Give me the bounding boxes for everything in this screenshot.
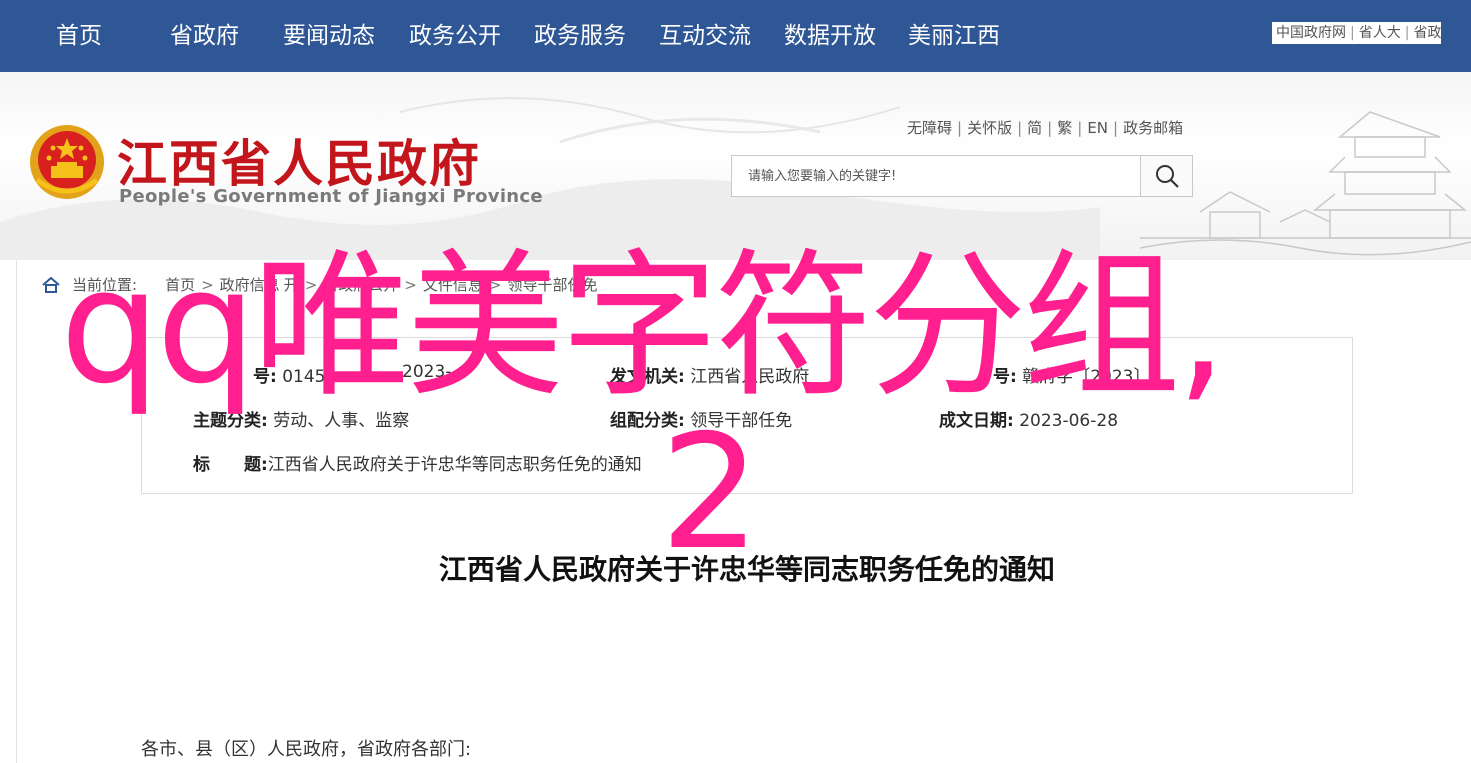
info-document-number: 号: 赣府字〔2023〕 — [993, 367, 1151, 387]
tengwang-pavilion-illustration — [1140, 111, 1471, 256]
nav-provincial-government[interactable]: 省政府 — [170, 18, 239, 54]
info-title: 标题:江西省人民政府关于许忠华等同志职务任免的通知 — [193, 455, 642, 475]
simplified-chinese-link[interactable]: 简 — [1027, 119, 1042, 137]
divider: | — [957, 119, 963, 137]
info-index-number: 号: 0145 — [253, 367, 326, 387]
breadcrumb: 当前位置: 首页 > 政府信息 开 > 省政府公开 > 文件信息 > 领导干部任… — [42, 274, 597, 295]
divider: | — [1017, 119, 1023, 137]
top-links: 中国政府网 | 省人大 | 省政 — [1272, 22, 1442, 44]
breadcrumb-provincial-public[interactable]: 省政府公开 — [323, 274, 398, 295]
site-subtitle: People's Government of Jiangxi Province — [119, 186, 543, 207]
info-subject-category: 主题分类: 劳动、人事、监察 — [193, 411, 410, 431]
site-header: 江西省人民政府 People's Government of Jiangxi P… — [0, 72, 1471, 260]
document-info-table: 号: 0145 2023- 发文机关: 江西省人民政府 号: 赣府字〔2023〕… — [141, 337, 1353, 494]
nav-news[interactable]: 要闻动态 — [283, 18, 375, 54]
divider: | — [1047, 119, 1053, 137]
divider: | — [1350, 25, 1355, 41]
search-box — [731, 155, 1193, 197]
content-area — [16, 260, 1471, 763]
home-icon — [42, 276, 60, 293]
top-navigation-bar: 首页 省政府 要闻动态 政务公开 政务服务 互动交流 数据开放 美丽江西 中国政… — [0, 0, 1471, 72]
breadcrumb-separator: > — [404, 275, 417, 294]
divider: | — [1404, 25, 1410, 41]
info-index-tail: 2023- — [402, 362, 452, 382]
national-emblem-icon — [30, 125, 104, 199]
info-written-date: 成文日期: 2023-06-28 — [939, 411, 1119, 431]
breadcrumb-government-info[interactable]: 政府信息 — [220, 274, 280, 295]
nav-beautiful-jiangxi[interactable]: 美丽江西 — [908, 18, 1000, 54]
english-link[interactable]: EN — [1087, 119, 1108, 137]
nav-government-services[interactable]: 政务服务 — [534, 18, 626, 54]
breadcrumb-home[interactable]: 首页 — [165, 274, 195, 295]
breadcrumb-separator: > — [488, 275, 502, 294]
info-issuing-agency: 发文机关: 江西省人民政府 — [610, 367, 810, 387]
link-china-gov[interactable]: 中国政府网 — [1276, 25, 1346, 41]
info-group-category: 组配分类: 领导干部任免 — [610, 411, 793, 431]
link-provincial-cppcc[interactable]: 省政 — [1413, 25, 1441, 41]
document-greeting: 各市、县（区）人民政府，省政府各部门: — [141, 739, 472, 760]
document-title: 江西省人民政府关于许忠华等同志职务任免的通知 — [438, 553, 1055, 586]
search-input[interactable] — [732, 156, 1142, 196]
elderly-mode-link[interactable]: 关怀版 — [967, 119, 1012, 137]
divider: | — [1113, 119, 1119, 137]
breadcrumb-leadership-appointments[interactable]: 领导干部任免 — [507, 274, 597, 295]
breadcrumb-separator: > — [304, 275, 318, 294]
accessibility-link[interactable]: 无障碍 — [907, 119, 952, 137]
nav-interaction[interactable]: 互动交流 — [659, 18, 751, 54]
traditional-chinese-link[interactable]: 繁 — [1057, 119, 1072, 137]
breadcrumb-label: 当前位置: — [72, 276, 138, 294]
breadcrumb-open[interactable]: 开 — [284, 274, 299, 295]
nav-home[interactable]: 首页 — [56, 18, 102, 54]
link-provincial-congress[interactable]: 省人大 — [1359, 25, 1401, 41]
nav-open-data[interactable]: 数据开放 — [784, 18, 876, 54]
breadcrumb-document-info[interactable]: 文件信息 — [423, 274, 483, 295]
divider: | — [1077, 119, 1083, 137]
nav-government-affairs-public[interactable]: 政务公开 — [409, 18, 501, 54]
breadcrumb-separator: > — [201, 275, 214, 294]
